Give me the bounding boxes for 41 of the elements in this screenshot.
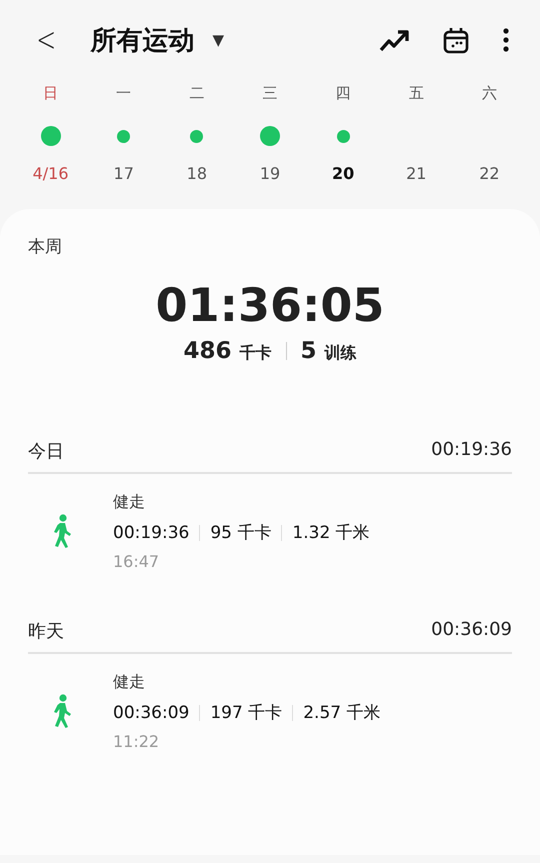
date-label[interactable]: 17: [114, 164, 134, 183]
activity-metric: 95 千卡: [210, 522, 272, 544]
date-label[interactable]: 22: [479, 164, 500, 183]
activity-metric: 197 千卡: [210, 702, 282, 724]
activity-metric: 2.57 千米: [303, 702, 380, 724]
page-title[interactable]: 所有运动: [90, 22, 194, 58]
weekday-label: 二: [189, 84, 204, 104]
date-label[interactable]: 20: [332, 164, 354, 183]
activity-time: 11:22: [113, 732, 160, 751]
activity-row[interactable]: 健走 00:19:36 95 千卡 1.32 千米 16:47: [28, 474, 512, 571]
weekday-label: 三: [262, 84, 278, 104]
stat-value: 5: [300, 338, 317, 364]
more-icon[interactable]: [502, 27, 510, 53]
activity-name: 健走: [113, 672, 146, 693]
weekday-label: 四: [336, 84, 351, 104]
day-total: 00:36:09: [431, 619, 512, 642]
stat-value: 486: [183, 338, 232, 364]
total-duration: 01:36:05: [154, 278, 386, 332]
day-label: 今日: [28, 440, 64, 463]
dropdown-arrow[interactable]: ▼: [212, 31, 224, 49]
weekday-label: 五: [408, 84, 424, 104]
back-button[interactable]: <: [33, 20, 60, 60]
date-label[interactable]: 18: [186, 164, 208, 183]
date-label[interactable]: 4/16: [32, 164, 69, 183]
stat-unit: 训练: [324, 343, 357, 364]
activity-row[interactable]: 健走 00:36:09 197 千卡 2.57 千米 11:22: [28, 654, 512, 751]
section-label: 本周: [28, 236, 63, 258]
date-label[interactable]: 21: [406, 164, 426, 183]
stat-unit: 千卡: [240, 343, 272, 364]
weekday-label: 六: [482, 84, 497, 104]
weekday-label: 日: [43, 84, 58, 104]
date-label[interactable]: 19: [260, 164, 280, 183]
activity-name: 健走: [113, 492, 146, 513]
calendar-icon[interactable]: [442, 26, 470, 54]
activity-metric: 00:36:09: [113, 702, 190, 722]
activity-time: 16:47: [113, 552, 160, 571]
day-label: 昨天: [28, 620, 64, 643]
activity-metric: 1.32 千米: [292, 522, 370, 544]
day-total: 00:19:36: [431, 439, 512, 462]
weekday-label: 一: [116, 84, 132, 104]
activity-metric: 00:19:36: [113, 522, 190, 542]
